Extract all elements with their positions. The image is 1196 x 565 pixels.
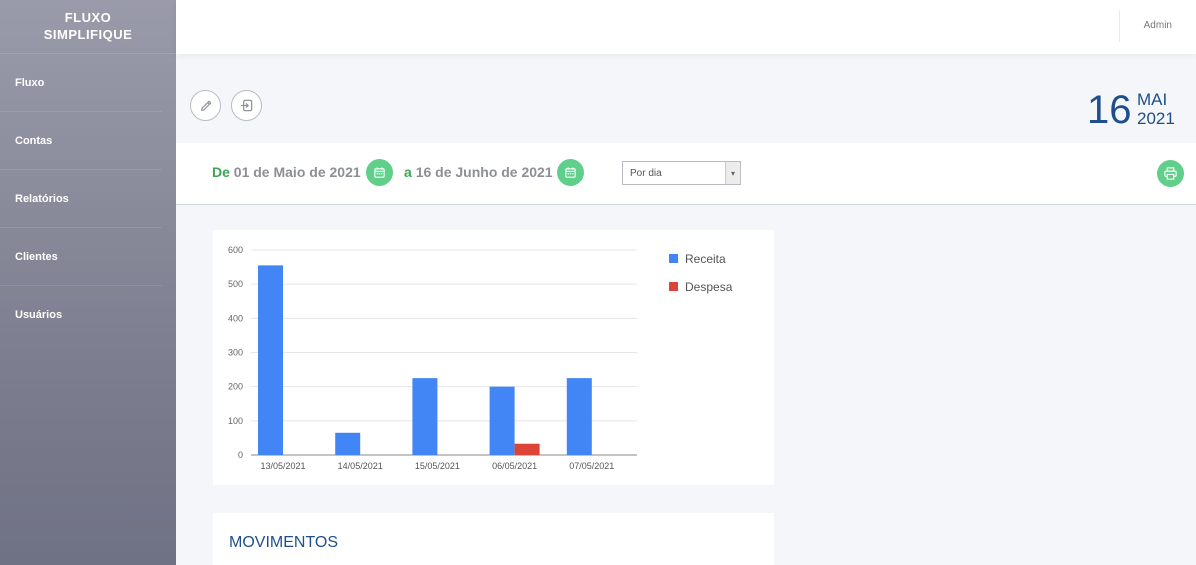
to-date-picker-button[interactable] bbox=[557, 159, 584, 186]
y-tick-label: 200 bbox=[228, 382, 243, 392]
sidebar-item-usuarios[interactable]: Usuários bbox=[0, 286, 162, 344]
bar-receita bbox=[335, 432, 361, 455]
from-date-value: 01 de Maio de 2021 bbox=[233, 164, 361, 180]
top-bar: Admin bbox=[176, 0, 1196, 54]
to-keyword: a bbox=[404, 164, 412, 180]
bar-receita bbox=[412, 378, 438, 455]
sign-out-icon bbox=[240, 99, 253, 112]
legend-swatch-receita bbox=[669, 254, 678, 263]
bar-receita bbox=[258, 265, 283, 455]
y-tick-label: 400 bbox=[228, 313, 243, 323]
pencil-icon bbox=[200, 100, 211, 111]
y-tick-label: 300 bbox=[228, 348, 243, 358]
printer-icon bbox=[1164, 167, 1177, 180]
from-date-picker-button[interactable] bbox=[366, 159, 393, 186]
y-tick-label: 500 bbox=[228, 279, 243, 289]
period-select-value: Por dia bbox=[630, 167, 662, 179]
bar-receita bbox=[489, 386, 515, 455]
filter-bar: De 01 de Maio de 2021 a 16 de Junho de 2… bbox=[176, 143, 1196, 205]
y-tick-label: 100 bbox=[228, 416, 243, 426]
bar-despesa bbox=[514, 443, 540, 455]
legend-swatch-despesa bbox=[669, 282, 678, 291]
x-tick-label: 07/05/2021 bbox=[569, 461, 614, 471]
current-year: 2021 bbox=[1137, 109, 1175, 128]
bar-chart: 0 100 200 300 400 500 600 13/05/2021 14/05/2021 1… bbox=[228, 245, 733, 471]
topbar-divider bbox=[1119, 10, 1120, 42]
brand-line1: FLUXO bbox=[64, 10, 112, 25]
sidebar-item-contas[interactable]: Contas bbox=[0, 112, 162, 170]
bar-receita bbox=[566, 378, 592, 455]
brand-logo[interactable]: FLUXO SIMPLIFIQUE bbox=[0, 0, 176, 54]
movimentos-card: MOVIMENTOS bbox=[213, 513, 774, 565]
x-tick-label: 14/05/2021 bbox=[338, 461, 383, 471]
to-date-value: 16 de Junho de 2021 bbox=[415, 164, 553, 180]
y-tick-label: 0 bbox=[238, 450, 243, 460]
from-keyword: De bbox=[212, 164, 230, 180]
legend-label-despesa: Despesa bbox=[685, 280, 733, 294]
calendar-icon bbox=[374, 167, 385, 178]
from-date-label: De 01 de Maio de 2021 bbox=[212, 164, 361, 180]
x-tick-label: 13/05/2021 bbox=[260, 461, 305, 471]
chart-card: 0 100 200 300 400 500 600 13/05/2021 14/05/2021 1… bbox=[213, 230, 774, 485]
edit-button[interactable] bbox=[190, 90, 221, 121]
calendar-icon bbox=[565, 167, 576, 178]
exit-button[interactable] bbox=[231, 90, 262, 121]
sidebar-item-relatorios[interactable]: Relatórios bbox=[0, 170, 162, 228]
y-tick-label: 600 bbox=[228, 245, 243, 255]
x-tick-label: 15/05/2021 bbox=[415, 461, 460, 471]
movimentos-title: MOVIMENTOS bbox=[229, 534, 339, 551]
print-button[interactable] bbox=[1157, 160, 1184, 187]
sidebar-item-fluxo[interactable]: Fluxo bbox=[0, 54, 162, 112]
to-date-label: a 16 de Junho de 2021 bbox=[404, 164, 553, 180]
x-tick-label: 06/05/2021 bbox=[492, 461, 537, 471]
brand-line2: SIMPLIFIQUE bbox=[43, 27, 133, 42]
chevron-down-icon: ▾ bbox=[725, 162, 740, 184]
period-select[interactable]: Por dia ▾ bbox=[622, 161, 741, 185]
current-month: MAI bbox=[1137, 90, 1168, 109]
sidebar: FLUXO SIMPLIFIQUE Fluxo Contas Relatório… bbox=[0, 0, 176, 565]
user-menu[interactable]: Admin bbox=[1144, 20, 1172, 31]
legend-label-receita: Receita bbox=[685, 252, 726, 266]
sidebar-item-clientes[interactable]: Clientes bbox=[0, 228, 162, 286]
current-day: 16 bbox=[1087, 88, 1132, 132]
